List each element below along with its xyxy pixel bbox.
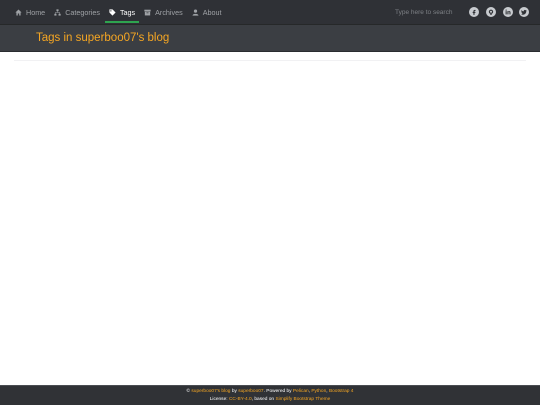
blog-link[interactable]: superboo07's blog — [191, 389, 230, 394]
nav-menu: Home Categories Tags Archives About — [15, 0, 231, 24]
nav-item-about[interactable]: About — [192, 0, 222, 24]
footer-credits: © superboo07's blog by superboo07. Power… — [186, 389, 354, 394]
sitemap-icon — [54, 8, 61, 16]
nav-item-categories[interactable]: Categories — [54, 0, 100, 24]
based-text: , based on — [251, 397, 275, 402]
top-navbar: Home Categories Tags Archives About Type… — [0, 0, 540, 25]
powered-text: . Powered by — [263, 389, 292, 394]
nav-item-label: About — [202, 7, 222, 17]
footer: © superboo07's blog by superboo07. Power… — [0, 385, 540, 405]
active-tab-indicator — [104, 21, 140, 23]
footer-license: License: CC-BY-4.0, based on Simplify Bo… — [0, 396, 540, 404]
theme-link[interactable]: Simplify Bootstrap Theme — [275, 397, 330, 402]
page: Home Categories Tags Archives About Type… — [0, 0, 540, 405]
github-icon[interactable] — [486, 7, 496, 17]
nav-item-home[interactable]: Home — [15, 0, 45, 24]
twitter-icon[interactable] — [519, 7, 529, 17]
license-link[interactable]: CC-BY-4.0 — [229, 397, 252, 402]
archive-icon — [144, 9, 151, 16]
search-input[interactable] — [390, 5, 467, 19]
nav-item-label: Tags — [119, 7, 136, 17]
user-icon — [192, 8, 199, 16]
license-label: License: — [209, 397, 228, 402]
content-divider — [14, 60, 526, 61]
python-link[interactable]: Python — [311, 389, 326, 394]
tag-icon — [109, 8, 116, 16]
by-text: by — [231, 389, 237, 394]
nav-item-archives[interactable]: Archives — [144, 0, 183, 24]
facebook-icon[interactable] — [469, 7, 479, 17]
nav-item-label: Categories — [65, 7, 100, 17]
author-link[interactable]: superboo07 — [238, 389, 263, 394]
linkedin-icon[interactable] — [503, 7, 513, 17]
nav-item-label: Archives — [155, 7, 183, 17]
page-title: Tags in superboo07's blog — [36, 32, 170, 44]
copyright-symbol: © — [186, 389, 191, 394]
nav-item-tags[interactable]: Tags — [104, 0, 140, 24]
home-icon — [15, 9, 22, 16]
pelican-link[interactable]: Pelican — [293, 389, 309, 394]
bootstrap-link[interactable]: Bootstrap 4 — [329, 389, 354, 394]
nav-item-label: Home — [26, 7, 46, 17]
